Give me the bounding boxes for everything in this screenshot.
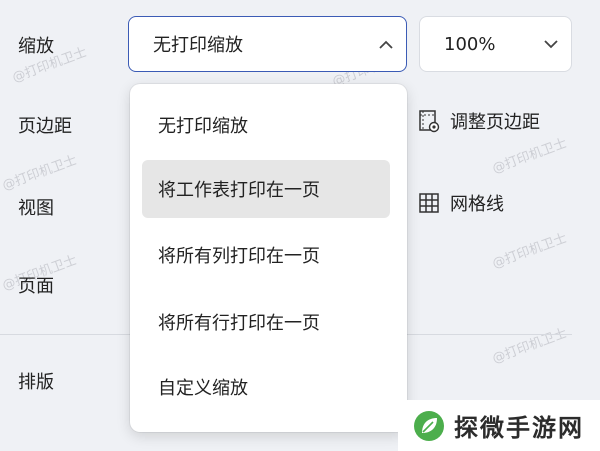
watermark: @打印机卫士: [490, 325, 569, 367]
gridlines-label: 网格线: [450, 194, 504, 215]
dropdown-option-label: 将工作表打印在一页: [158, 180, 320, 201]
dropdown-option-label: 将所有列打印在一页: [158, 246, 320, 267]
adjust-margins-button[interactable]: 调整页边距: [416, 108, 540, 134]
dropdown-option-fit-sheet[interactable]: 将工作表打印在一页: [142, 160, 390, 218]
watermark: @打印机卫士: [490, 230, 569, 272]
dropdown-option-custom-scaling[interactable]: 自定义缩放: [142, 358, 390, 416]
dropdown-option-label: 无打印缩放: [158, 116, 248, 137]
scaling-select-value: 无打印缩放: [153, 35, 243, 56]
dropdown-option-label: 自定义缩放: [158, 378, 248, 399]
zoom-select[interactable]: 100%: [419, 16, 572, 72]
chevron-down-icon: [531, 39, 571, 49]
watermark: @打印机卫士: [490, 135, 569, 177]
leaf-logo-icon: [412, 409, 446, 443]
scaling-dropdown-menu: 无打印缩放 将工作表打印在一页 将所有列打印在一页 将所有行打印在一页 自定义缩…: [130, 84, 407, 432]
dropdown-option-label: 将所有行打印在一页: [158, 313, 320, 334]
layout-label: 排版: [18, 372, 54, 393]
dropdown-option-no-scaling[interactable]: 无打印缩放: [142, 96, 390, 154]
dropdown-option-fit-rows[interactable]: 将所有行打印在一页: [142, 293, 390, 351]
adjust-margins-label: 调整页边距: [450, 112, 540, 133]
zoom-select-value: 100%: [444, 33, 496, 55]
chevron-up-icon: [366, 40, 406, 49]
scaling-select[interactable]: 无打印缩放: [128, 16, 407, 72]
brand-name: 探微手游网: [454, 414, 584, 442]
page-label: 页面: [18, 276, 54, 297]
scaling-label: 缩放: [18, 36, 54, 57]
page-margins-icon: [416, 108, 442, 134]
brand-badge: 探微手游网: [398, 400, 600, 451]
view-label: 视图: [18, 198, 54, 219]
grid-icon: [416, 190, 442, 216]
dropdown-option-fit-columns[interactable]: 将所有列打印在一页: [142, 226, 390, 284]
watermark: @打印机卫士: [0, 152, 79, 194]
margins-label: 页边距: [18, 116, 72, 137]
gridlines-toggle[interactable]: 网格线: [416, 190, 504, 216]
